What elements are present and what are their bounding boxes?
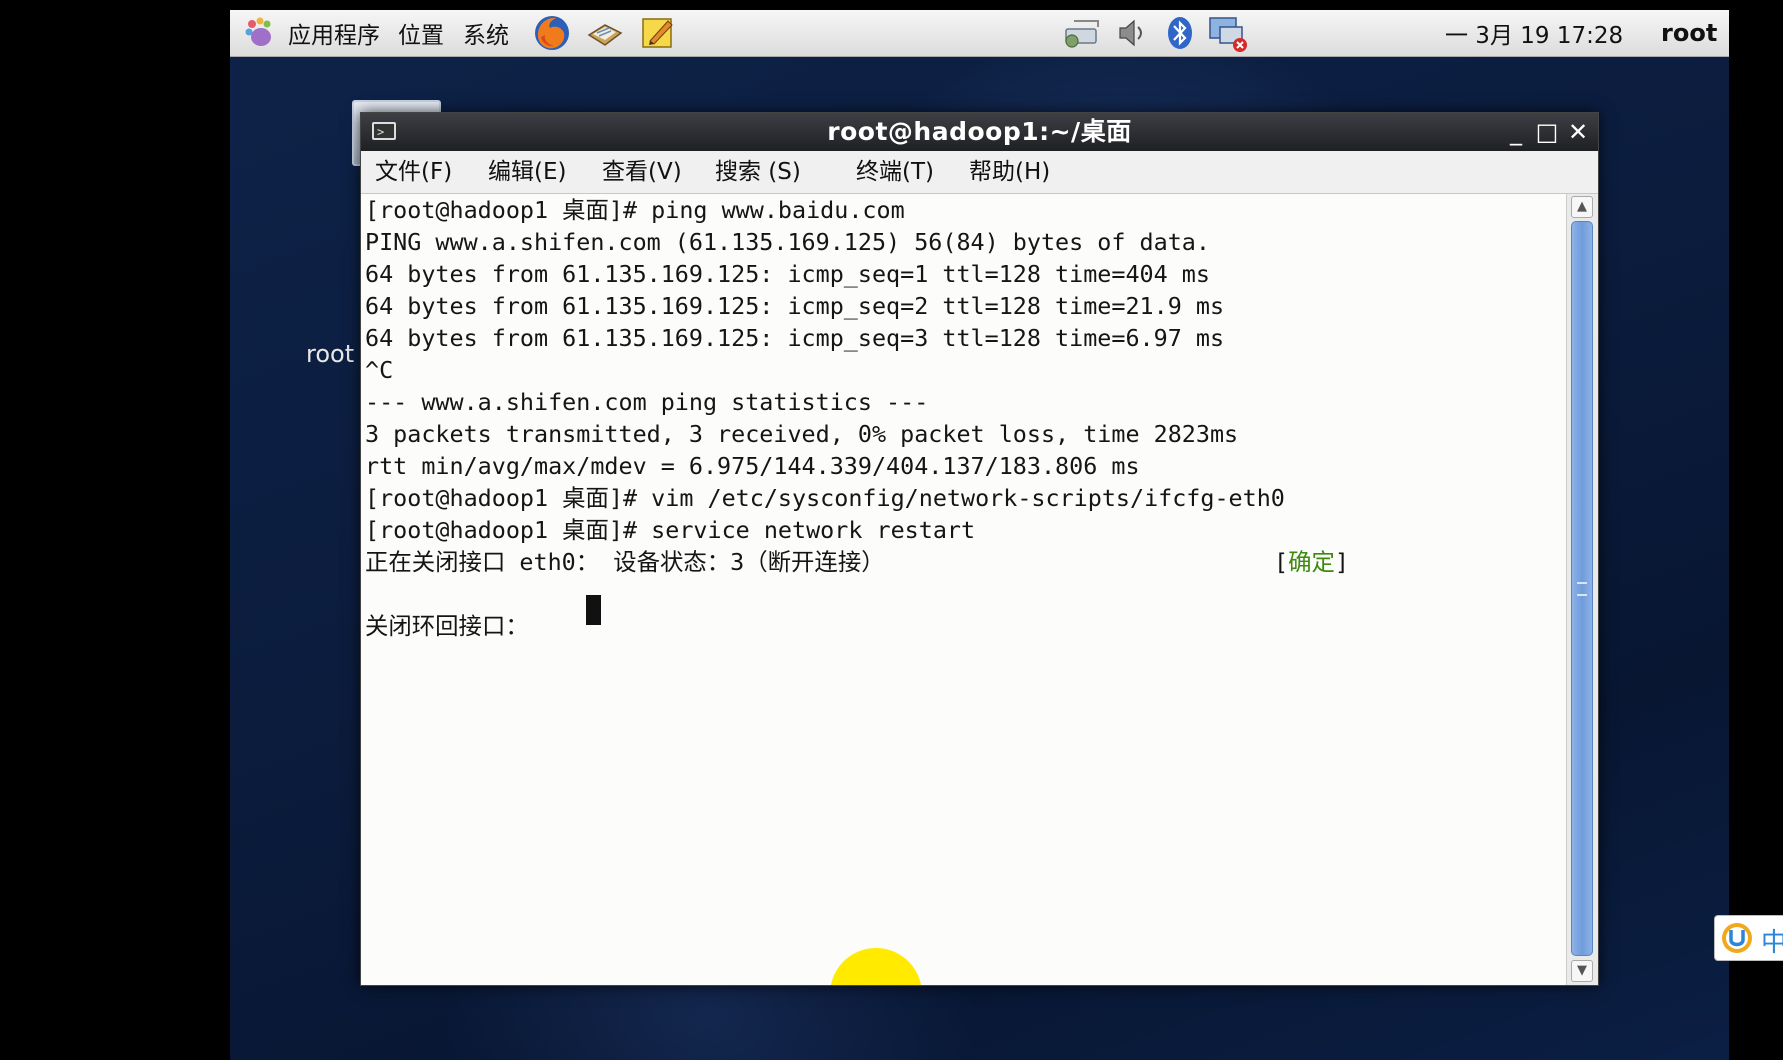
terminal-line: [root@hadoop1 桌面]# ping www.baidu.com <box>365 196 905 224</box>
terminal-output[interactable]: [root@hadoop1 桌面]# ping www.baidu.com PI… <box>361 194 1566 985</box>
terminal-line: --- www.a.shifen.com ping statistics --- <box>365 388 929 416</box>
volume-icon[interactable] <box>1114 10 1150 56</box>
minimize-icon[interactable]: _ <box>1499 113 1533 151</box>
terminal-line: rtt min/avg/max/mdev = 6.975/144.339/404… <box>365 452 1140 480</box>
terminal-line: [root@hadoop1 桌面]# vim /etc/sysconfig/ne… <box>365 484 1285 512</box>
maximize-icon[interactable]: □ <box>1530 113 1564 151</box>
system-menu[interactable]: 系统 <box>463 10 509 56</box>
terminal-line: 64 bytes from 61.135.169.125: icmp_seq=3… <box>365 324 1225 352</box>
menu-terminal[interactable]: 终端(T) <box>856 151 934 193</box>
ime-mode-label: 中 <box>1761 928 1783 958</box>
terminal-line: 关闭环回接口： <box>365 612 543 640</box>
status-ok-badge: [确定] <box>1274 548 1349 576</box>
menu-bar: 文件(F) 编辑(E) 查看(V) 搜索 (S) 终端(T) 帮助(H) <box>361 151 1598 194</box>
network-applet-icon[interactable] <box>1060 10 1104 56</box>
menu-help[interactable]: 帮助(H) <box>969 151 1050 193</box>
terminal-line: 64 bytes from 61.135.169.125: icmp_seq=2… <box>365 292 1225 320</box>
scrollbar-thumb[interactable] <box>1571 221 1593 956</box>
clock[interactable]: 一 3月 19 17:28 <box>1445 10 1623 56</box>
firefox-icon[interactable] <box>532 10 572 56</box>
desktop: 应用程序 位置 系统 一 3月 19 17:28 root root >_ ro… <box>230 10 1729 1060</box>
text-cursor <box>586 595 601 625</box>
top-panel: 应用程序 位置 系统 一 3月 19 17:28 root <box>230 10 1729 57</box>
applications-menu[interactable]: 应用程序 <box>288 10 380 56</box>
menu-file[interactable]: 文件(F) <box>375 151 452 193</box>
places-menu[interactable]: 位置 <box>398 10 444 56</box>
terminal-window: >_ root@hadoop1:~/桌面 _ □ ✕ 文件(F) 编辑(E) 查… <box>360 112 1599 986</box>
gnome-foot-icon[interactable] <box>242 10 276 56</box>
terminal-line: 正在关闭接口 eth0： 设备状态：3（断开连接） <box>365 548 885 576</box>
desktop-icon-label: root <box>306 340 355 368</box>
scroll-up-icon[interactable]: ▲ <box>1571 196 1593 218</box>
terminal-line: 3 packets transmitted, 3 received, 0% pa… <box>365 420 1239 448</box>
mail-client-icon[interactable] <box>585 10 625 56</box>
terminal-line: 64 bytes from 61.135.169.125: icmp_seq=1… <box>365 260 1210 288</box>
menu-search[interactable]: 搜索 (S) <box>715 151 801 193</box>
user-switcher[interactable]: root <box>1661 10 1717 56</box>
network-disconnected-icon[interactable] <box>1206 10 1250 56</box>
ime-status-badge[interactable]: 中 <box>1714 915 1783 961</box>
close-icon[interactable]: ✕ <box>1561 113 1595 151</box>
window-title: root@hadoop1:~/桌面 <box>827 117 1132 146</box>
menu-view[interactable]: 查看(V) <box>602 151 682 193</box>
vertical-scrollbar[interactable]: ▲ ▼ <box>1566 194 1598 985</box>
window-titlebar[interactable]: >_ root@hadoop1:~/桌面 _ □ ✕ <box>361 113 1598 151</box>
terminal-line: [root@hadoop1 桌面]# service network resta… <box>365 516 976 544</box>
menu-edit[interactable]: 编辑(E) <box>488 151 566 193</box>
bluetooth-icon[interactable] <box>1164 10 1196 56</box>
terminal-line: ^C <box>365 356 394 384</box>
text-editor-icon[interactable] <box>638 10 678 56</box>
click-indicator <box>830 948 922 985</box>
status-ok-label: 确定 <box>1288 548 1335 576</box>
terminal-line: PING www.a.shifen.com (61.135.169.125) 5… <box>365 228 1210 256</box>
scroll-down-icon[interactable]: ▼ <box>1571 960 1593 982</box>
input-method-icon <box>1722 923 1752 953</box>
